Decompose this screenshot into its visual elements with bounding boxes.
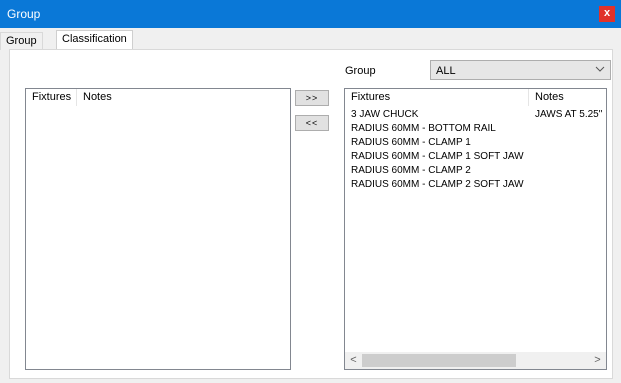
scroll-right-icon[interactable]: > — [589, 352, 606, 369]
close-button[interactable]: x — [599, 6, 615, 22]
tab-classification[interactable]: Classification — [56, 30, 133, 50]
fixture-name: RADIUS 60MM - BOTTOM RAIL — [351, 123, 496, 134]
fixture-notes: JAWS AT 5.25" — [535, 109, 603, 120]
group-filter-select[interactable]: ALL — [430, 60, 611, 80]
chevron-down-icon — [595, 66, 605, 72]
fixture-name: 3 JAW CHUCK — [351, 109, 419, 120]
group-filter-value: ALL — [436, 65, 456, 77]
fixture-name: RADIUS 60MM - CLAMP 1 SOFT JAW — [351, 151, 524, 162]
add-button[interactable]: >> — [295, 90, 329, 106]
list-item[interactable]: RADIUS 60MM - CLAMP 2 SOFT JAW — [351, 178, 606, 192]
horizontal-scrollbar[interactable]: < > — [345, 352, 606, 369]
right-col-notes-header[interactable]: Notes — [529, 89, 606, 106]
assigned-fixtures-list[interactable]: Fixtures Notes 3 JAW CHUCK JAWS AT 5.25" R… — [344, 88, 607, 370]
left-col-fixtures-header[interactable]: Fixtures — [26, 89, 76, 106]
right-col-fixtures-header[interactable]: Fixtures — [345, 89, 528, 106]
tab-group[interactable]: Group — [0, 32, 43, 50]
list-item[interactable]: 3 JAW CHUCK JAWS AT 5.25" — [351, 108, 606, 122]
fixture-name: RADIUS 60MM - CLAMP 2 — [351, 165, 471, 176]
scroll-left-icon[interactable]: < — [345, 352, 362, 369]
classification-panel: Group ALL Fixtures Notes >> << Fixtures … — [9, 49, 613, 379]
list-item[interactable]: RADIUS 60MM - BOTTOM RAIL — [351, 122, 606, 136]
list-item[interactable]: RADIUS 60MM - CLAMP 1 — [351, 136, 606, 150]
window-body: Group Classification Group ALL Fixtures … — [0, 28, 621, 383]
fixture-name: RADIUS 60MM - CLAMP 2 SOFT JAW — [351, 179, 524, 190]
group-filter-label: Group — [345, 65, 376, 77]
available-fixtures-list[interactable]: Fixtures Notes — [25, 88, 291, 370]
scrollbar-thumb[interactable] — [362, 354, 516, 367]
left-col-notes-header[interactable]: Notes — [77, 89, 157, 106]
remove-button[interactable]: << — [295, 115, 329, 131]
right-list-rows: 3 JAW CHUCK JAWS AT 5.25" RADIUS 60MM - BO… — [351, 108, 606, 192]
tab-strip: Group Classification — [0, 28, 621, 50]
window-title: Group — [7, 7, 41, 21]
list-item[interactable]: RADIUS 60MM - CLAMP 1 SOFT JAW — [351, 150, 606, 164]
list-item[interactable]: RADIUS 60MM - CLAMP 2 — [351, 164, 606, 178]
fixture-name: RADIUS 60MM - CLAMP 1 — [351, 137, 471, 148]
title-bar: Group x — [0, 0, 621, 28]
